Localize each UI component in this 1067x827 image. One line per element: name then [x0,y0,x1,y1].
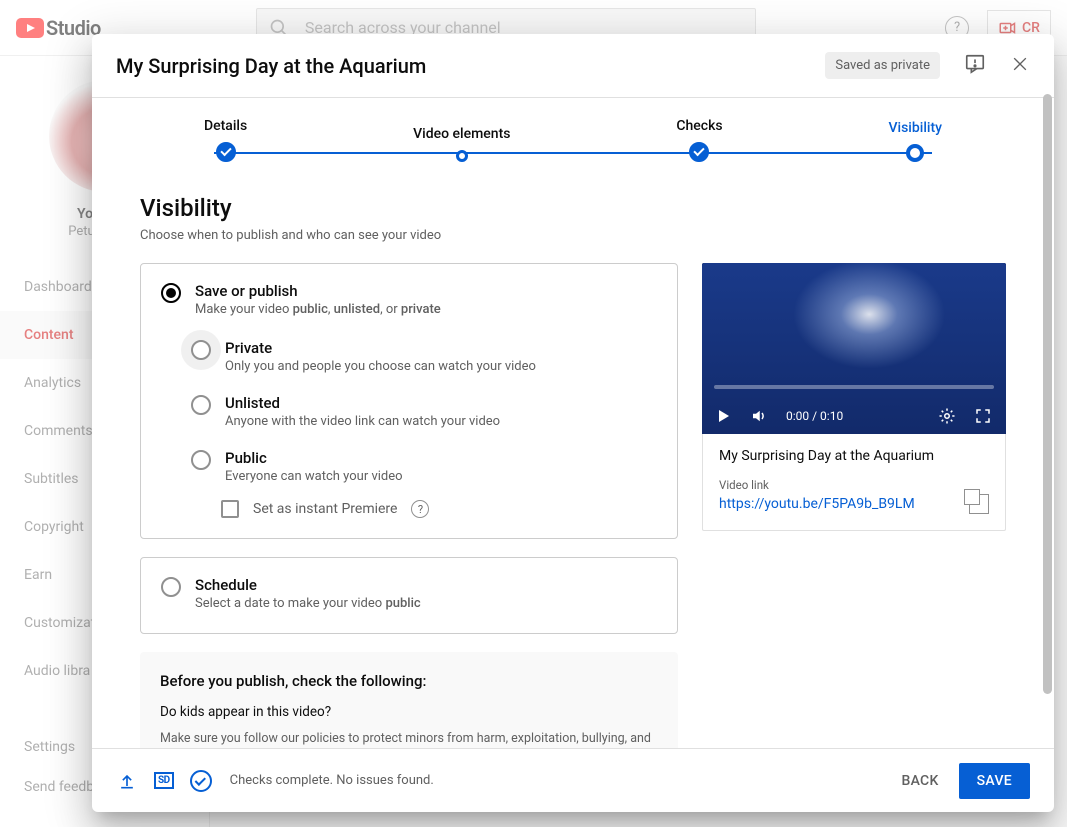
step-checks[interactable]: Checks [676,118,722,162]
scrollbar[interactable] [1043,94,1052,742]
before-publish-heading: Before you publish, check the following: [160,672,658,690]
stepper: Details Video elements Checks Visibility [204,112,942,162]
save-publish-desc: Make your video public, unlisted, or pri… [195,302,441,317]
play-icon[interactable] [716,408,732,424]
dialog-footer: SD Checks complete. No issues found. BAC… [92,748,1054,812]
radio-unlisted[interactable]: Unlisted Anyone with the video link can … [191,392,657,431]
volume-icon[interactable] [750,407,768,425]
schedule-card: Schedule Select a date to make your vide… [140,557,678,634]
checks-status-icon[interactable] [190,770,212,792]
radio-icon-selected [161,283,181,303]
sd-badge[interactable]: SD [154,772,174,789]
visibility-sub: Choose when to publish and who can see y… [140,228,1006,243]
settings-gear-icon[interactable] [938,407,956,425]
dialog-title: My Surprising Day at the Aquarium [116,54,426,78]
back-button[interactable]: BACK [901,773,938,789]
dialog-header: My Surprising Day at the Aquarium Saved … [92,34,1054,98]
step-details[interactable]: Details [204,118,247,162]
radio-save-or-publish[interactable]: Save or publish Make your video public, … [161,280,657,319]
video-link-label: Video link [719,478,989,492]
step-visibility[interactable]: Visibility [889,120,942,162]
checkbox-icon [221,500,239,518]
upload-dialog: My Surprising Day at the Aquarium Saved … [92,34,1054,812]
footer-status-message: Checks complete. No issues found. [230,773,434,788]
radio-public[interactable]: Public Everyone can watch your video [191,447,657,486]
visibility-heading: Visibility [140,194,1006,222]
save-button[interactable]: SAVE [959,763,1030,799]
radio-icon [161,577,181,597]
video-preview[interactable]: 0:00 / 0:10 [702,263,1006,434]
schedule-desc: Select a date to make your video public [195,596,421,611]
save-state-pill: Saved as private [825,52,940,79]
video-link[interactable]: https://youtu.be/F5PA9b_B9LM [719,496,915,512]
radio-icon [191,340,211,360]
fullscreen-icon[interactable] [974,407,992,425]
close-button[interactable] [1010,54,1030,78]
step-active-icon [906,144,924,162]
step-video-elements[interactable]: Video elements [413,126,510,162]
video-time: 0:00 / 0:10 [786,409,843,423]
feedback-icon[interactable] [964,53,986,79]
premiere-checkbox-row[interactable]: Set as instant Premiere ? [221,500,657,518]
step-dot-icon [456,150,468,162]
before-publish-card: Before you publish, check the following:… [140,652,678,748]
copy-icon[interactable] [969,494,989,514]
preview-video-title: My Surprising Day at the Aquarium [719,448,989,464]
kids-answer: Make sure you follow our policies to pro… [160,730,658,748]
radio-schedule[interactable]: Schedule Select a date to make your vide… [161,574,657,613]
upload-status-icon[interactable] [116,770,138,792]
radio-icon [191,450,211,470]
dialog-body: Visibility Choose when to publish and wh… [92,162,1054,748]
step-check-icon [216,142,236,162]
video-timeline[interactable] [714,385,994,389]
step-check-icon [689,142,709,162]
preview-meta: My Surprising Day at the Aquarium Video … [702,434,1006,531]
scrollbar-thumb[interactable] [1043,94,1052,694]
save-publish-card: Save or publish Make your video public, … [140,263,678,539]
radio-icon [191,395,211,415]
help-icon[interactable]: ? [411,500,429,518]
radio-private[interactable]: Private Only you and people you choose c… [191,337,657,376]
kids-question: Do kids appear in this video? [160,704,658,720]
